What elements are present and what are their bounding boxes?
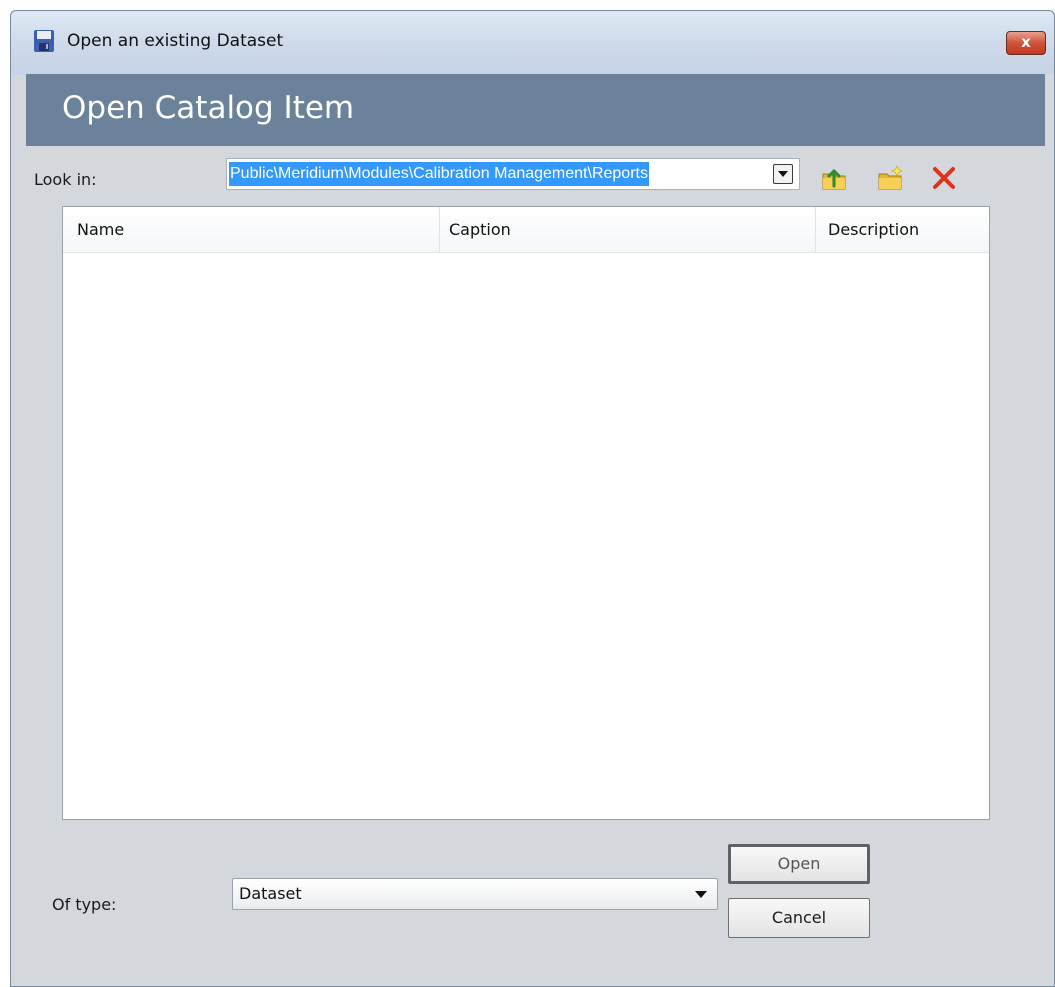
look-in-dropdown-button[interactable] xyxy=(773,164,793,184)
up-folder-icon[interactable] xyxy=(820,164,848,192)
of-type-select[interactable]: Dataset xyxy=(232,878,718,910)
column-header-name[interactable]: Name xyxy=(77,207,124,253)
window-title: Open an existing Dataset xyxy=(67,31,284,51)
catalog-items-list[interactable]: Name Caption Description xyxy=(62,206,990,820)
new-folder-icon[interactable] xyxy=(876,164,904,192)
of-type-label: Of type: xyxy=(52,895,117,914)
look-in-label: Look in: xyxy=(34,170,97,189)
column-separator[interactable] xyxy=(815,207,816,253)
column-header-description[interactable]: Description xyxy=(828,207,919,253)
chevron-down-icon xyxy=(695,891,707,898)
column-header-caption[interactable]: Caption xyxy=(449,207,511,253)
header-banner: Open Catalog Item xyxy=(26,74,1045,146)
cancel-button[interactable]: Cancel xyxy=(728,898,870,938)
look-in-path[interactable]: Public\Meridium\Modules\Calibration Mana… xyxy=(229,162,649,186)
close-button[interactable]: x xyxy=(1006,31,1046,55)
delete-icon[interactable] xyxy=(930,164,958,192)
column-separator[interactable] xyxy=(439,207,440,253)
open-button[interactable]: Open xyxy=(728,844,870,884)
title-bar[interactable]: Open an existing Dataset x xyxy=(11,11,1054,75)
list-header: Name Caption Description xyxy=(63,207,989,253)
floppy-disk-icon xyxy=(34,30,54,52)
page-title: Open Catalog Item xyxy=(62,90,355,126)
of-type-value: Dataset xyxy=(239,884,302,903)
look-in-combobox[interactable]: Public\Meridium\Modules\Calibration Mana… xyxy=(226,158,800,190)
